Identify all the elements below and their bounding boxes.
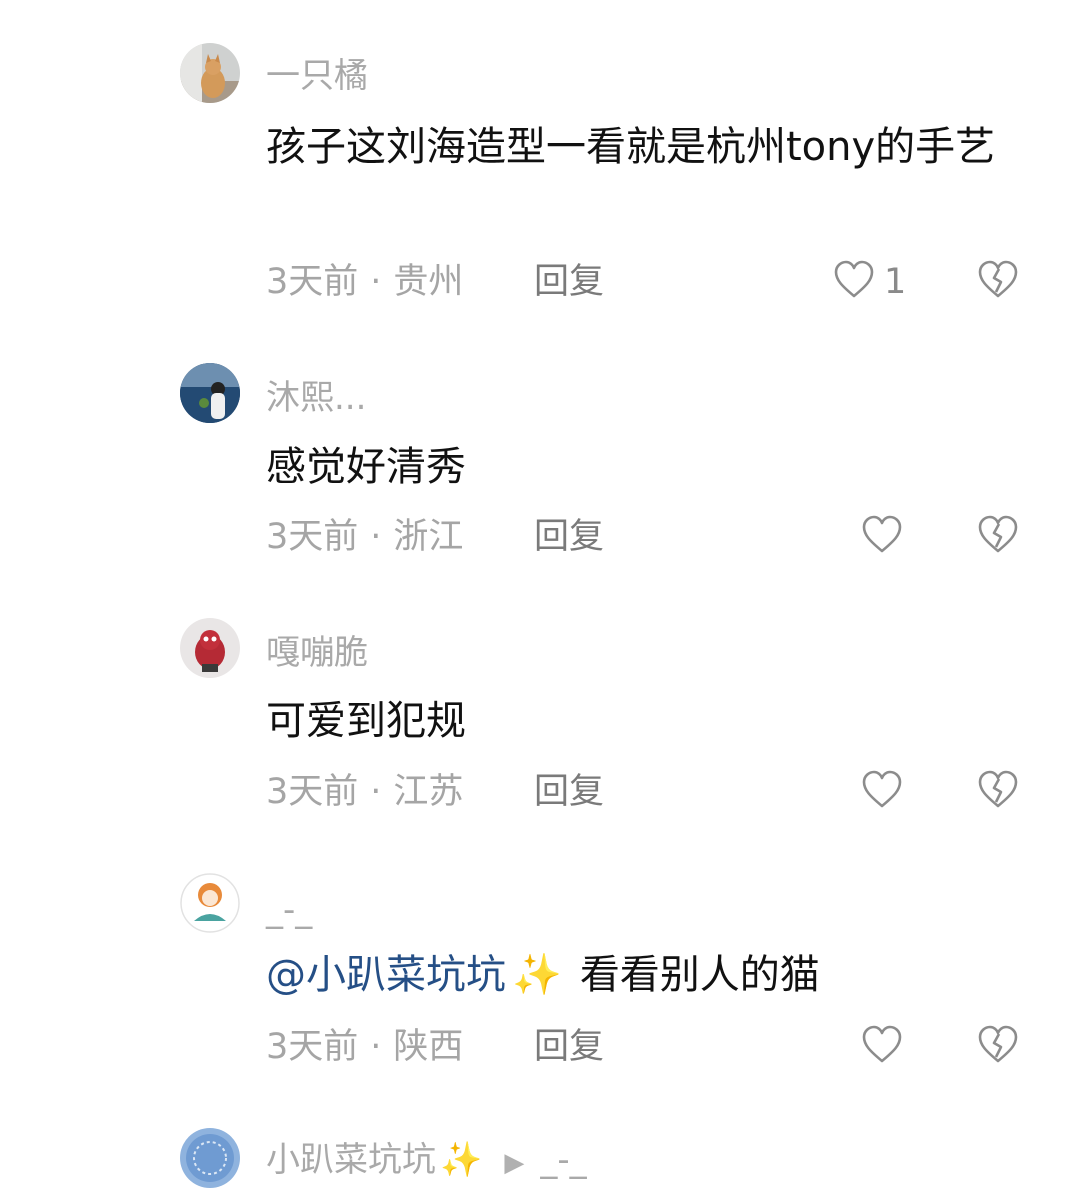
reply-button[interactable]: 回复: [534, 260, 604, 304]
dislike-button[interactable]: [976, 258, 1020, 302]
avatar[interactable]: [180, 363, 240, 423]
comment-text: 感觉好清秀: [266, 444, 466, 490]
reply-button[interactable]: 回复: [534, 515, 604, 559]
reply-button[interactable]: 回复: [534, 1025, 604, 1069]
broken-heart-icon: [978, 770, 1018, 808]
comment-meta: 3天前 · 浙江: [266, 515, 463, 559]
orange-cat-avatar: [180, 43, 240, 103]
comment-region: 江苏: [393, 772, 464, 812]
reply-button[interactable]: 回复: [534, 770, 604, 814]
blue-circle-avatar: [180, 1128, 240, 1188]
cartoon-girl-avatar: [180, 873, 240, 933]
meta-separator: ·: [370, 262, 382, 302]
broken-heart-icon: [978, 1025, 1018, 1063]
avatar[interactable]: [180, 43, 240, 103]
broken-heart-icon: [978, 515, 1018, 553]
sparkles-icon: ✨: [440, 1140, 483, 1180]
comment-region: 贵州: [393, 262, 464, 302]
comment-text: 孩子这刘海造型一看就是杭州tony的手艺: [266, 124, 996, 170]
heart-icon: [862, 770, 902, 808]
red-character-avatar: [180, 618, 240, 678]
avatar[interactable]: [180, 873, 240, 933]
like-button[interactable]: [832, 258, 876, 302]
comment-time: 3天前: [266, 262, 359, 302]
heart-icon: [834, 260, 874, 298]
dislike-button[interactable]: [976, 1023, 1020, 1067]
reply-author[interactable]: 小趴菜坑坑: [266, 1140, 436, 1180]
dislike-button[interactable]: [976, 513, 1020, 557]
reply-target[interactable]: _-_: [540, 1140, 586, 1180]
like-button[interactable]: [860, 1023, 904, 1067]
comment-meta: 3天前 · 陕西: [266, 1025, 463, 1069]
comment-time: 3天前: [266, 1027, 359, 1067]
username[interactable]: 沐熙...: [266, 378, 366, 418]
dislike-button[interactable]: [976, 768, 1020, 812]
comment-time: 3天前: [266, 772, 359, 812]
meta-separator: ·: [370, 1027, 382, 1067]
comment-text: 可爱到犯规: [266, 698, 466, 744]
username[interactable]: 一只橘: [266, 56, 368, 96]
broken-heart-icon: [978, 260, 1018, 298]
comment-region: 浙江: [393, 517, 464, 557]
comment-text: @小趴菜坑坑 ✨ 看看别人的猫: [266, 944, 1046, 1006]
comment-time: 3天前: [266, 517, 359, 557]
girl-seaside-avatar: [180, 363, 240, 423]
like-button[interactable]: [860, 768, 904, 812]
mention-link[interactable]: @小趴菜坑坑: [266, 952, 506, 998]
sparkles-icon: ✨: [512, 952, 562, 998]
avatar[interactable]: [180, 1128, 240, 1188]
like-count: 1: [884, 262, 907, 302]
meta-separator: ·: [370, 517, 382, 557]
comment-meta: 3天前 · 贵州: [266, 260, 463, 304]
username: 小趴菜坑坑 ✨ ▶ _-_: [266, 1140, 587, 1183]
meta-separator: ·: [370, 772, 382, 812]
reply-arrow-icon: ▶: [504, 1148, 525, 1178]
comment-meta: 3天前 · 江苏: [266, 770, 463, 814]
heart-icon: [862, 515, 902, 553]
comment-body: 看看别人的猫: [579, 952, 820, 998]
heart-icon: [862, 1025, 902, 1063]
username[interactable]: 嘎嘣脆: [266, 633, 368, 673]
username[interactable]: _-_: [266, 890, 312, 930]
like-button[interactable]: [860, 513, 904, 557]
avatar[interactable]: [180, 618, 240, 678]
comment-region: 陕西: [393, 1027, 464, 1067]
